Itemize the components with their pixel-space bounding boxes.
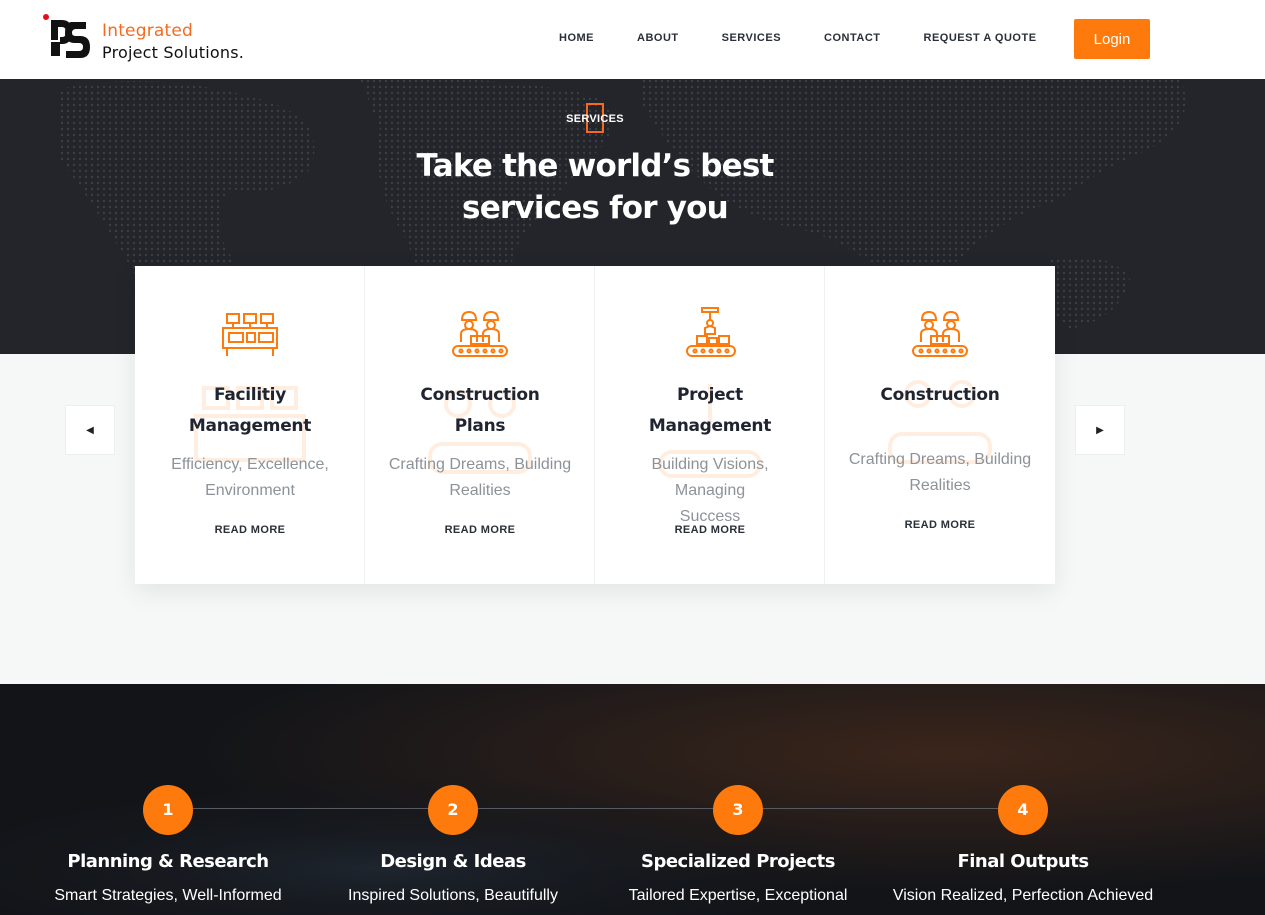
- service-title-line1: Construction: [420, 385, 540, 405]
- step-description: Tailored Expertise, Exceptional: [628, 887, 848, 904]
- nav-contact[interactable]: CONTACT: [824, 32, 880, 44]
- service-card[interactable]: Construction Plans Crafting Dreams, Buil…: [365, 266, 595, 584]
- process-step: 2 Design & Ideas Inspired Solutions, Bea…: [308, 785, 598, 905]
- service-desc-line1: Efficiency, Excellence,: [171, 456, 329, 473]
- brand-name-line2: Project Solutions.: [102, 43, 245, 62]
- service-card[interactable]: Construction Crafting Dreams, Building R…: [825, 266, 1055, 578]
- service-title-line1: Construction: [880, 385, 1000, 405]
- step-number-badge: 1: [143, 785, 193, 835]
- carousel-prev-button[interactable]: ◀: [65, 405, 115, 455]
- service-description: Efficiency, Excellence, Environment: [155, 452, 345, 504]
- service-desc-line1: Crafting Dreams, Building: [848, 451, 1032, 468]
- process-step: 3 Specialized Projects Tailored Expertis…: [593, 785, 883, 905]
- service-card[interactable]: Project Management Building Visions, Man…: [595, 266, 825, 584]
- process-section: 1 Planning & Research Smart Strategies, …: [0, 684, 1265, 915]
- service-title-line1: Facilitiy: [214, 385, 286, 405]
- service-desc-line1: Building Visions, Managing: [651, 456, 769, 499]
- step-number-badge: 2: [428, 785, 478, 835]
- step-number-badge: 4: [998, 785, 1048, 835]
- service-desc-line2: Success: [679, 508, 741, 525]
- section-eyebrow: SERVICES: [566, 113, 624, 125]
- step-description: Inspired Solutions, Beautifully: [348, 887, 558, 904]
- service-carousel: Facilitiy Management Efficiency, Excelle…: [135, 266, 1055, 584]
- service-title-line2: Management: [188, 416, 312, 436]
- brand-name-line1: Integrated: [102, 21, 194, 41]
- service-desc-line2: Environment: [205, 482, 295, 499]
- brand-logo[interactable]: Integrated Project Solutions.: [42, 14, 262, 64]
- logo-mark-icon: [43, 14, 90, 58]
- caret-right-icon: ▶: [1096, 424, 1104, 436]
- service-title-line2: Plans: [454, 416, 506, 436]
- section-title: Take the world’s best services for you: [0, 145, 1190, 229]
- control-panel-icon: [222, 313, 278, 356]
- site-header: Integrated Project Solutions. HOME ABOUT…: [0, 0, 1265, 79]
- service-description: Building Visions, Managing Success: [615, 452, 805, 530]
- section-title-line2: services for you: [462, 190, 729, 226]
- nav-request-quote[interactable]: REQUEST A QUOTE: [924, 32, 1037, 44]
- service-title-line2: Management: [648, 416, 772, 436]
- nav-services[interactable]: SERVICES: [722, 32, 781, 44]
- step-title: Specialized Projects: [640, 851, 836, 872]
- login-button[interactable]: Login: [1074, 19, 1150, 59]
- brand-name: Integrated Project Solutions.: [102, 20, 244, 64]
- service-title: Construction: [835, 380, 1045, 411]
- service-title: Project Management: [605, 380, 815, 442]
- main-nav: HOME ABOUT SERVICES CONTACT REQUEST A QU…: [559, 32, 1080, 44]
- service-description: Crafting Dreams, Building Realities: [845, 447, 1035, 499]
- nav-about[interactable]: ABOUT: [637, 32, 679, 44]
- conveyor-robot-icon: [686, 307, 736, 357]
- step-title: Design & Ideas: [380, 851, 526, 872]
- service-desc-line2: Realities: [449, 482, 511, 499]
- read-more-link[interactable]: READ MORE: [135, 524, 365, 536]
- carousel-next-button[interactable]: ▶: [1075, 405, 1125, 455]
- service-card[interactable]: Facilitiy Management Efficiency, Excelle…: [135, 266, 365, 584]
- step-description: Vision Realized, Perfection Achieved: [892, 887, 1154, 904]
- service-description: Crafting Dreams, Building Realities: [385, 452, 575, 504]
- workers-icon: [452, 310, 508, 357]
- step-number-badge: 3: [713, 785, 763, 835]
- nav-home[interactable]: HOME: [559, 32, 594, 44]
- step-title: Final Outputs: [957, 851, 1089, 872]
- read-more-link[interactable]: READ MORE: [825, 519, 1055, 531]
- caret-left-icon: ◀: [86, 424, 94, 436]
- service-desc-line2: Realities: [909, 477, 971, 494]
- service-title: Construction Plans: [375, 380, 585, 442]
- read-more-link[interactable]: READ MORE: [595, 524, 825, 536]
- service-title-line1: Project: [677, 385, 743, 405]
- section-title-line1: Take the world’s best: [416, 148, 774, 184]
- step-title: Planning & Research: [67, 851, 269, 872]
- service-title: Facilitiy Management: [145, 380, 355, 442]
- service-desc-line1: Crafting Dreams, Building: [388, 456, 572, 473]
- step-description: Smart Strategies, Well-Informed: [54, 887, 282, 904]
- read-more-link[interactable]: READ MORE: [365, 524, 595, 536]
- process-step: 4 Final Outputs Vision Realized, Perfect…: [878, 785, 1168, 905]
- workers-icon: [912, 310, 968, 357]
- process-step: 1 Planning & Research Smart Strategies, …: [23, 785, 313, 905]
